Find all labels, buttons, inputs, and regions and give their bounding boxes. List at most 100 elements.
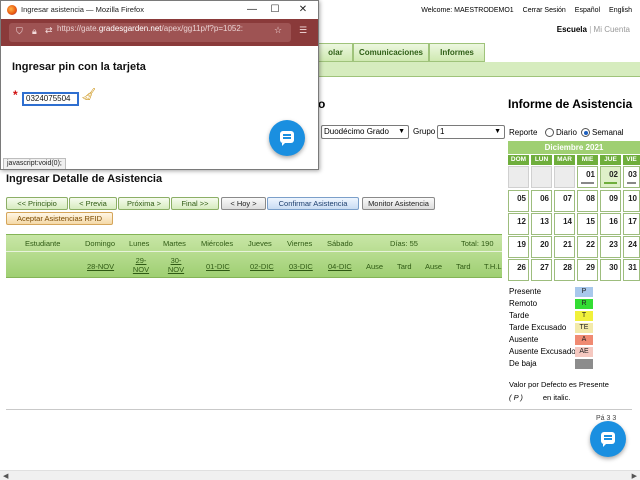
lang-es-link[interactable]: Español (575, 7, 600, 14)
calendar-day[interactable]: 09 (600, 190, 621, 212)
scroll-left-icon[interactable]: ◀ (3, 472, 8, 480)
popup-chat-button[interactable] (269, 120, 305, 156)
lang-en-link[interactable]: English (609, 7, 632, 14)
shield-icon[interactable]: ⛉ (16, 26, 23, 37)
calendar-day-number: 07 (563, 194, 572, 203)
proxima-button[interactable]: Próxima > (118, 197, 170, 210)
calendar-day-number: 02 (609, 170, 618, 179)
calendar-day[interactable]: 20 (531, 236, 552, 258)
calendar-day[interactable]: 28 (554, 259, 575, 281)
sum-tard-1: Tard (397, 262, 412, 271)
calendar-day[interactable]: 27 (531, 259, 552, 281)
legend-label: Remoto (509, 299, 538, 308)
popup-heading: Ingresar pin con la tarjeta (12, 61, 146, 73)
group-value: 1 (440, 127, 445, 136)
calendar-day[interactable]: 06 (531, 190, 552, 212)
pin-input[interactable]: 0324075504 (22, 92, 79, 106)
calendar-day[interactable]: 10 (623, 190, 640, 212)
calendar-day[interactable]: 24 (623, 236, 640, 258)
legend-swatch: P (575, 287, 593, 297)
nav-subbar (318, 62, 640, 77)
calendar-day[interactable]: 29 (577, 259, 598, 281)
chevron-down-icon: ▼ (494, 128, 501, 135)
date-link-03dic[interactable]: 03-DIC (289, 262, 313, 271)
daily-radio[interactable] (545, 128, 554, 137)
calendar-day-number: 22 (586, 240, 595, 249)
col-lunes: Lunes (129, 239, 150, 248)
calendar-day[interactable]: 16 (600, 213, 621, 235)
calendar-day[interactable]: 02 (600, 166, 621, 188)
calendar-day[interactable]: 31 (623, 259, 640, 281)
date-link-01dic[interactable]: 01-DIC (206, 262, 230, 271)
calendar-day[interactable]: 22 (577, 236, 598, 258)
calendar-day[interactable]: 08 (577, 190, 598, 212)
hoy-button[interactable]: < Hoy > (221, 197, 266, 210)
calendar-day[interactable]: 26 (508, 259, 529, 281)
date-link-04dic[interactable]: 04-DIC (328, 262, 352, 271)
detalle-title: Ingresar Detalle de Asistencia (6, 173, 163, 185)
principio-button[interactable]: << Principio (6, 197, 68, 210)
weekday-lun: LUN (531, 155, 552, 165)
calendar-day-number: 19 (517, 240, 526, 249)
weekday-jue: JUE (600, 155, 621, 165)
col-martes: Martes (163, 239, 186, 248)
clear-broom-icon[interactable]: 🧹︎ (81, 87, 96, 101)
tab-comunicaciones[interactable]: Comunicaciones (353, 43, 429, 62)
calendar-day[interactable]: 01 (577, 166, 598, 188)
close-icon[interactable]: ✕ (296, 3, 310, 17)
final-button[interactable]: Final >> (171, 197, 219, 210)
legend-label: Tarde Excusado (509, 323, 567, 332)
scroll-right-icon[interactable]: ▶ (632, 472, 637, 480)
calendar-day[interactable]: 13 (531, 213, 552, 235)
attendance-marker (627, 182, 636, 184)
rfid-button[interactable]: Aceptar Asistencias RFID (6, 212, 113, 225)
calendar-day[interactable]: 15 (577, 213, 598, 235)
calendar-day[interactable]: 19 (508, 236, 529, 258)
escuela-link[interactable]: Escuela (557, 25, 587, 34)
horizontal-scrollbar[interactable]: ◀ ▶ (0, 470, 640, 480)
date-link-28nov[interactable]: 28-NOV (87, 262, 114, 271)
tab-escolar[interactable]: olar (318, 43, 353, 62)
top-links: Welcome: MAESTRODEMO1 Cerrar Sesión Espa… (414, 7, 632, 14)
main-nav: olar Comunicaciones Informes (318, 43, 640, 77)
calendar-day[interactable]: 05 (508, 190, 529, 212)
popup-window-title: Ingresar asistencia — Mozilla Firefox (21, 5, 144, 14)
maximize-icon[interactable]: ☐ (268, 3, 282, 17)
calendar-day[interactable]: 23 (600, 236, 621, 258)
col-sabado: Sábado (327, 239, 353, 248)
default-note: Valor por Defecto es Presente (509, 380, 609, 389)
calendar-day[interactable]: 12 (508, 213, 529, 235)
chat-button[interactable] (590, 421, 626, 457)
previa-button[interactable]: < Previa (69, 197, 117, 210)
weekly-radio[interactable] (581, 128, 590, 137)
calendar-empty-cell (554, 166, 575, 188)
lock-icon[interactable]: 🔒︎ (32, 26, 37, 37)
col-total: Total: 190 (461, 239, 494, 248)
permissions-icon[interactable]: ⇄ (45, 25, 53, 36)
calendar-day[interactable]: 30 (600, 259, 621, 281)
confirmar-button[interactable]: Confirmar Asistencia (267, 197, 359, 210)
sum-tard-2: Tard (456, 262, 471, 271)
logout-link[interactable]: Cerrar Sesión (523, 7, 566, 14)
date-link-30nov[interactable]: 30- NOV (167, 256, 185, 274)
minimize-icon[interactable]: — (245, 3, 259, 17)
calendar-day[interactable]: 07 (554, 190, 575, 212)
attendance-marker (604, 182, 617, 184)
url-suffix: /apex/gg11p/f?p=1052: (161, 24, 244, 33)
group-select[interactable]: 1 ▼ (437, 125, 505, 139)
calendar-day[interactable]: 17 (623, 213, 640, 235)
calendar-day[interactable]: 14 (554, 213, 575, 235)
calendar-day[interactable]: 03 (623, 166, 640, 188)
tab-informes[interactable]: Informes (429, 43, 485, 62)
report-label: Reporte (509, 128, 538, 137)
hamburger-menu-icon[interactable]: ☰ (299, 25, 307, 36)
date-29-month: NOV (132, 265, 150, 274)
bookmark-star-icon[interactable]: ☆ (274, 25, 282, 36)
daily-label: Diario (556, 128, 577, 137)
mi-cuenta-link[interactable]: Mi Cuenta (594, 25, 630, 34)
grade-select[interactable]: Duodécimo Grado ▼ (321, 125, 409, 139)
monitor-button[interactable]: Monitor Asistencia (362, 197, 435, 210)
calendar-day[interactable]: 21 (554, 236, 575, 258)
date-link-02dic[interactable]: 02-DIC (250, 262, 274, 271)
date-link-29nov[interactable]: 29- NOV (132, 256, 150, 274)
